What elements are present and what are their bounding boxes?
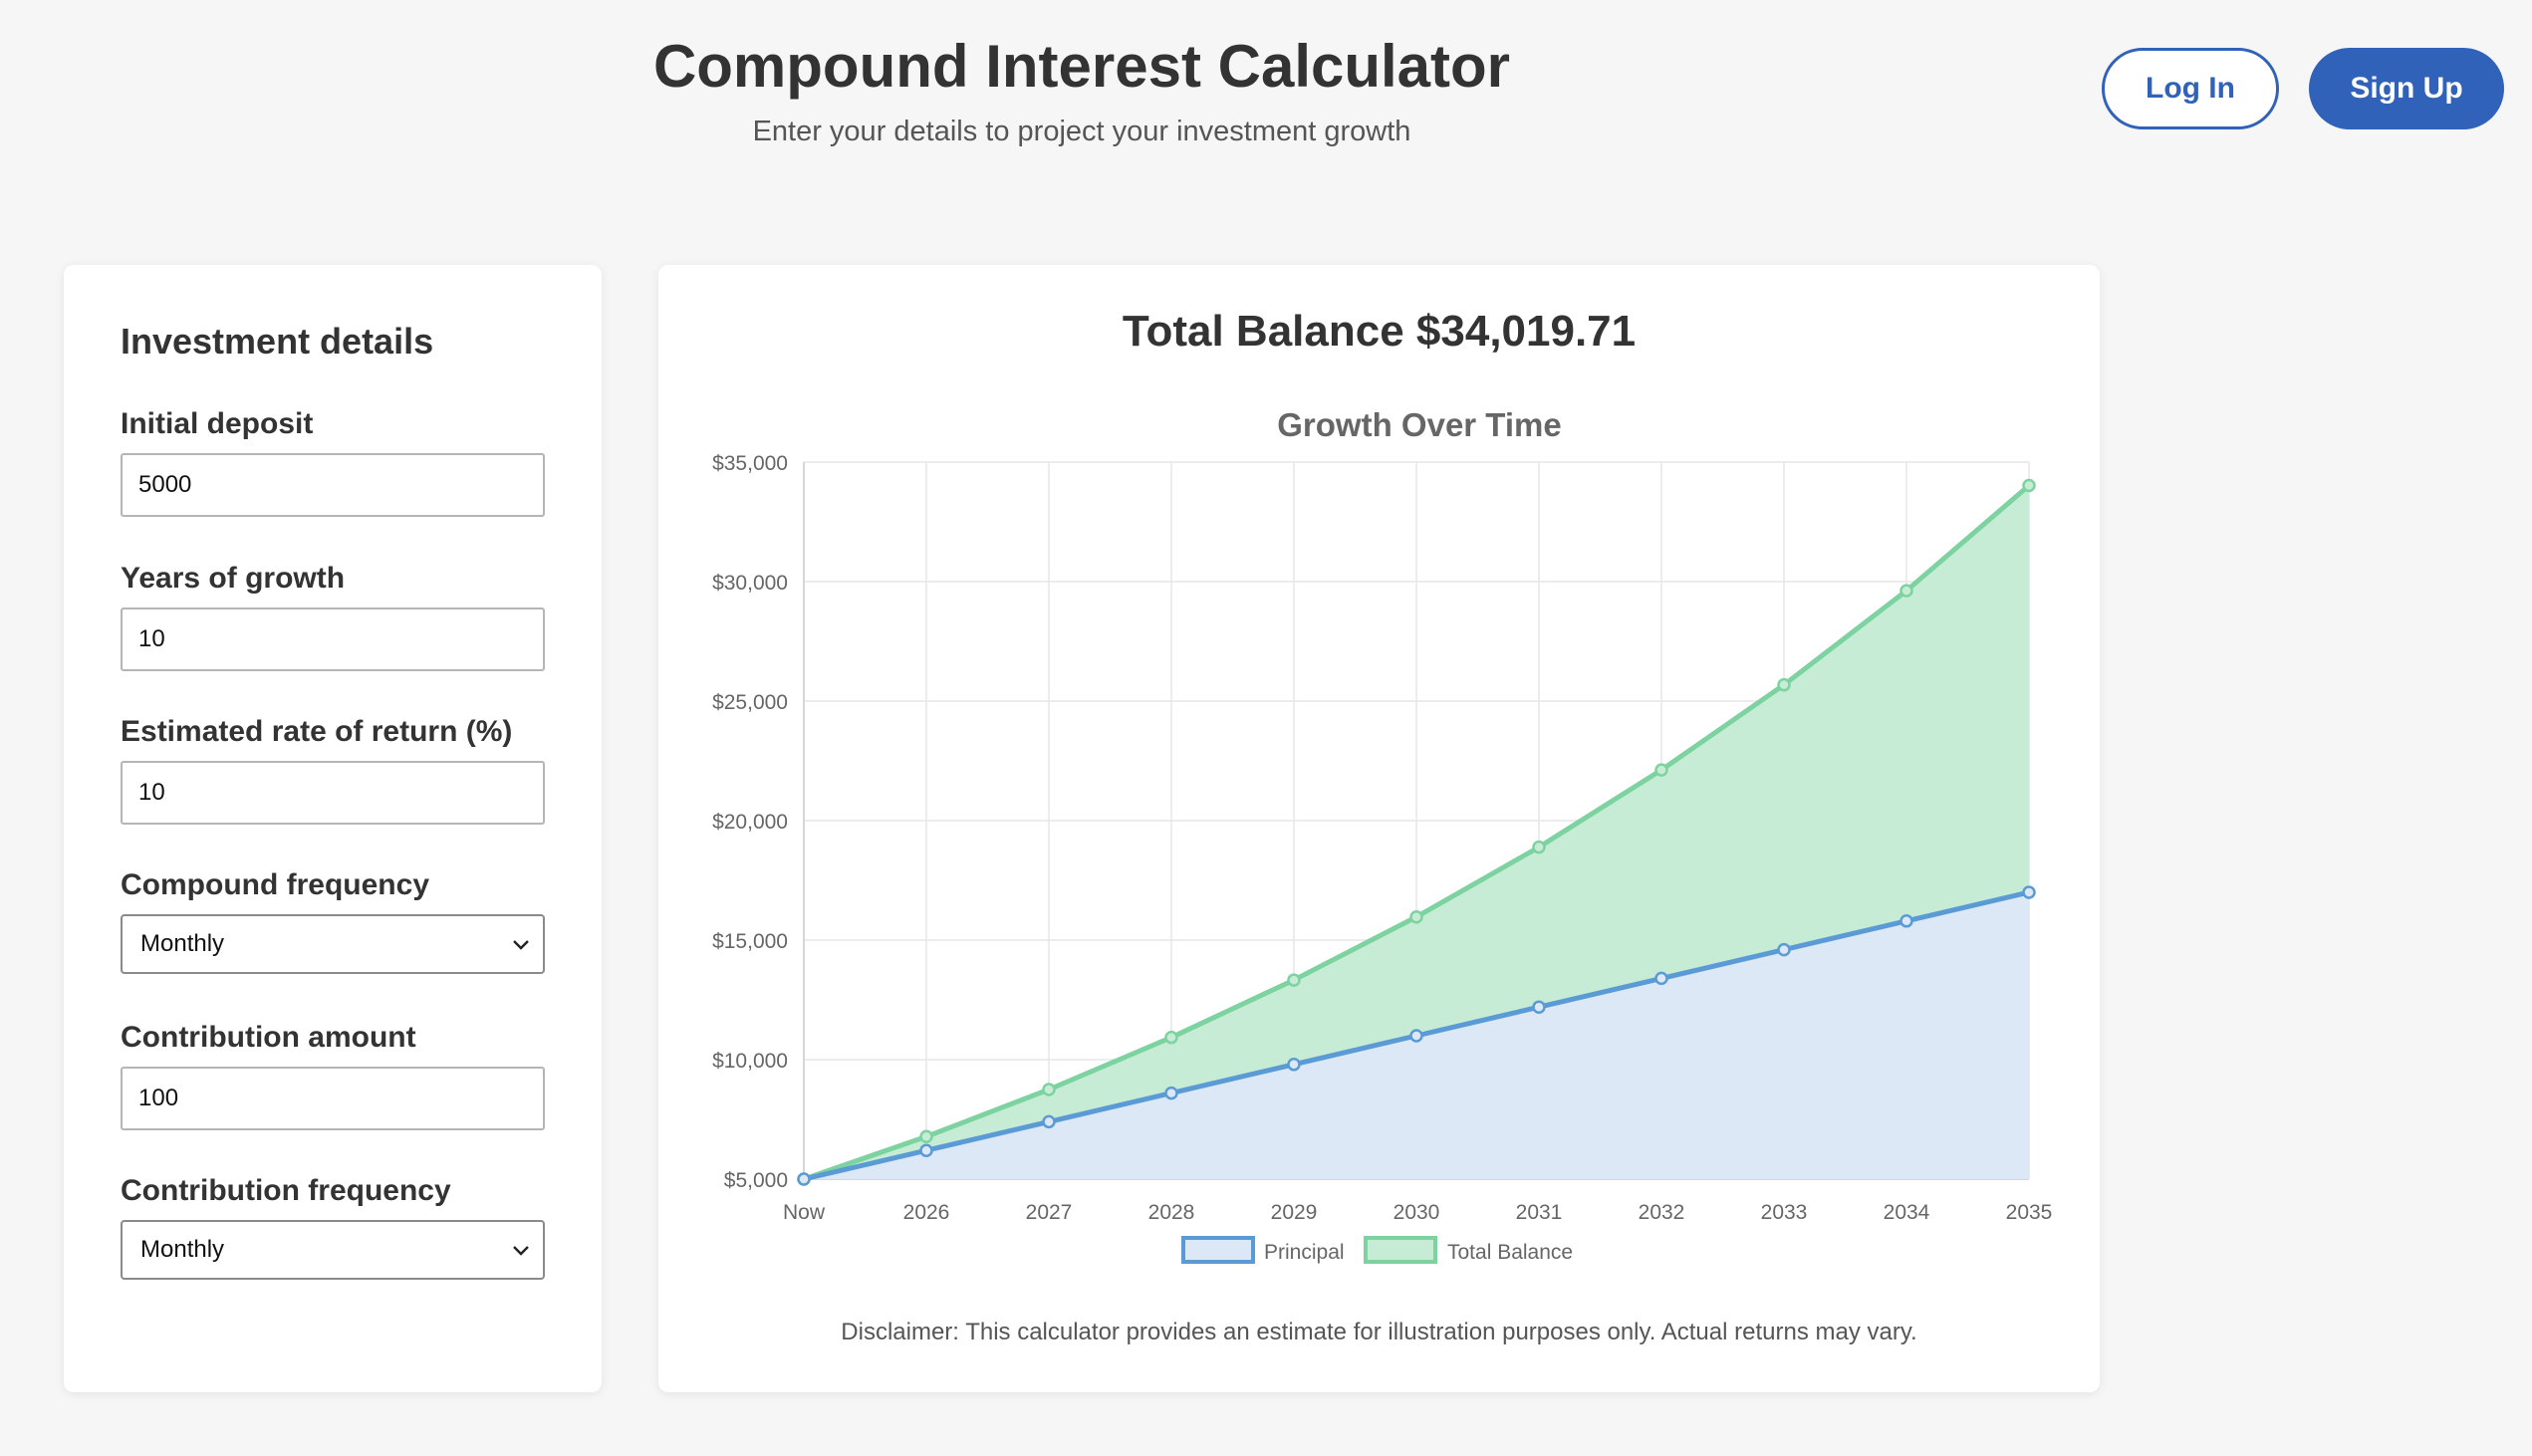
results-card: Total Balance $34,019.71 Growth Over Tim… <box>658 265 2100 1392</box>
principal-point <box>1409 1029 1423 1043</box>
total-balance-point <box>1899 584 1913 598</box>
x-tick-label: Now <box>783 1201 826 1224</box>
years-of-growth-field: Years of growth <box>121 559 545 671</box>
years-of-growth-label: Years of growth <box>121 562 346 595</box>
legend-swatch-principal <box>1181 1236 1255 1264</box>
y-tick-label: $35,000 <box>712 452 788 475</box>
contribution-amount-label: Contribution amount <box>121 1021 416 1054</box>
compound-frequency-field: Compound frequency Monthly <box>121 865 545 974</box>
signup-button[interactable]: Sign Up <box>2309 48 2504 129</box>
contribution-frequency-label: Contribution frequency <box>121 1174 451 1207</box>
total-balance-point <box>1287 973 1301 987</box>
total-balance-point <box>1777 677 1791 692</box>
total-balance-point <box>1654 763 1668 777</box>
contribution-frequency-value: Monthly <box>140 1236 225 1263</box>
x-tick-label: 2031 <box>1516 1201 1563 1224</box>
principal-point <box>1777 942 1791 957</box>
principal-point <box>1164 1086 1178 1100</box>
total-balance-point <box>919 1129 933 1144</box>
investment-details-card: Investment details Initial deposit Years… <box>64 265 602 1392</box>
total-balance-point <box>1164 1030 1178 1045</box>
compound-frequency-label: Compound frequency <box>121 868 430 901</box>
header: Compound Interest Calculator Enter your … <box>0 0 2532 199</box>
rate-of-return-input[interactable] <box>121 761 545 825</box>
login-button[interactable]: Log In <box>2102 48 2279 129</box>
form-heading: Investment details <box>121 321 434 362</box>
legend-label-principal: Principal <box>1264 1241 1345 1264</box>
years-of-growth-input[interactable] <box>121 607 545 671</box>
chevron-down-icon <box>513 940 529 950</box>
contribution-amount-input[interactable] <box>121 1067 545 1130</box>
contribution-amount-field: Contribution amount <box>121 1018 545 1130</box>
compound-frequency-value: Monthly <box>140 930 225 957</box>
contribution-frequency-field: Contribution frequency Monthly <box>121 1171 545 1280</box>
y-tick-label: $30,000 <box>712 572 788 595</box>
x-tick-label: 2034 <box>1884 1201 1930 1224</box>
legend-swatch-total-balance <box>1364 1236 1437 1264</box>
growth-chart: Growth Over Time $5,000 $10,000 $15,000 $20,… <box>712 406 2053 1264</box>
y-tick-label: $15,000 <box>712 930 788 953</box>
compound-frequency-select[interactable]: Monthly <box>121 914 545 974</box>
x-tick-label: 2035 <box>2006 1201 2053 1224</box>
principal-point <box>2022 885 2036 899</box>
principal-point <box>797 1172 811 1186</box>
principal-point <box>1899 914 1913 928</box>
initial-deposit-field: Initial deposit <box>121 404 545 517</box>
x-tick-label: 2030 <box>1393 1201 1440 1224</box>
rate-of-return-field: Estimated rate of return (%) <box>121 712 545 825</box>
y-tick-label: $10,000 <box>712 1050 788 1073</box>
contribution-frequency-select[interactable]: Monthly <box>121 1220 545 1280</box>
principal-point <box>1042 1114 1056 1129</box>
x-tick-label: 2026 <box>903 1201 950 1224</box>
x-tick-label: 2027 <box>1026 1201 1073 1224</box>
chart-title: Growth Over Time <box>1277 406 1561 443</box>
total-balance-point <box>1042 1083 1056 1096</box>
page-title: Compound Interest Calculator <box>652 33 1511 100</box>
principal-point <box>1532 1000 1546 1014</box>
principal-point <box>1654 971 1668 986</box>
principal-point <box>1287 1058 1301 1072</box>
disclaimer: Disclaimer: This calculator provides an … <box>841 1319 1917 1345</box>
total-balance-point <box>1532 840 1546 854</box>
chevron-down-icon <box>513 1246 529 1256</box>
rate-of-return-label: Estimated rate of return (%) <box>121 715 513 748</box>
initial-deposit-label: Initial deposit <box>121 407 314 440</box>
x-tick-label: 2032 <box>1639 1201 1685 1224</box>
x-tick-label: 2028 <box>1148 1201 1195 1224</box>
total-balance-point <box>2022 478 2036 493</box>
y-tick-label: $5,000 <box>724 1169 788 1192</box>
x-tick-label: 2033 <box>1761 1201 1808 1224</box>
y-tick-label: $25,000 <box>712 691 788 714</box>
legend-label-total-balance: Total Balance <box>1447 1241 1573 1264</box>
x-tick-label: 2029 <box>1271 1201 1318 1224</box>
y-tick-label: $20,000 <box>712 811 788 834</box>
total-balance-point <box>1409 909 1423 924</box>
initial-deposit-input[interactable] <box>121 453 545 517</box>
principal-point <box>919 1143 933 1157</box>
page-subtitle: Enter your details to project your inves… <box>752 116 1411 147</box>
